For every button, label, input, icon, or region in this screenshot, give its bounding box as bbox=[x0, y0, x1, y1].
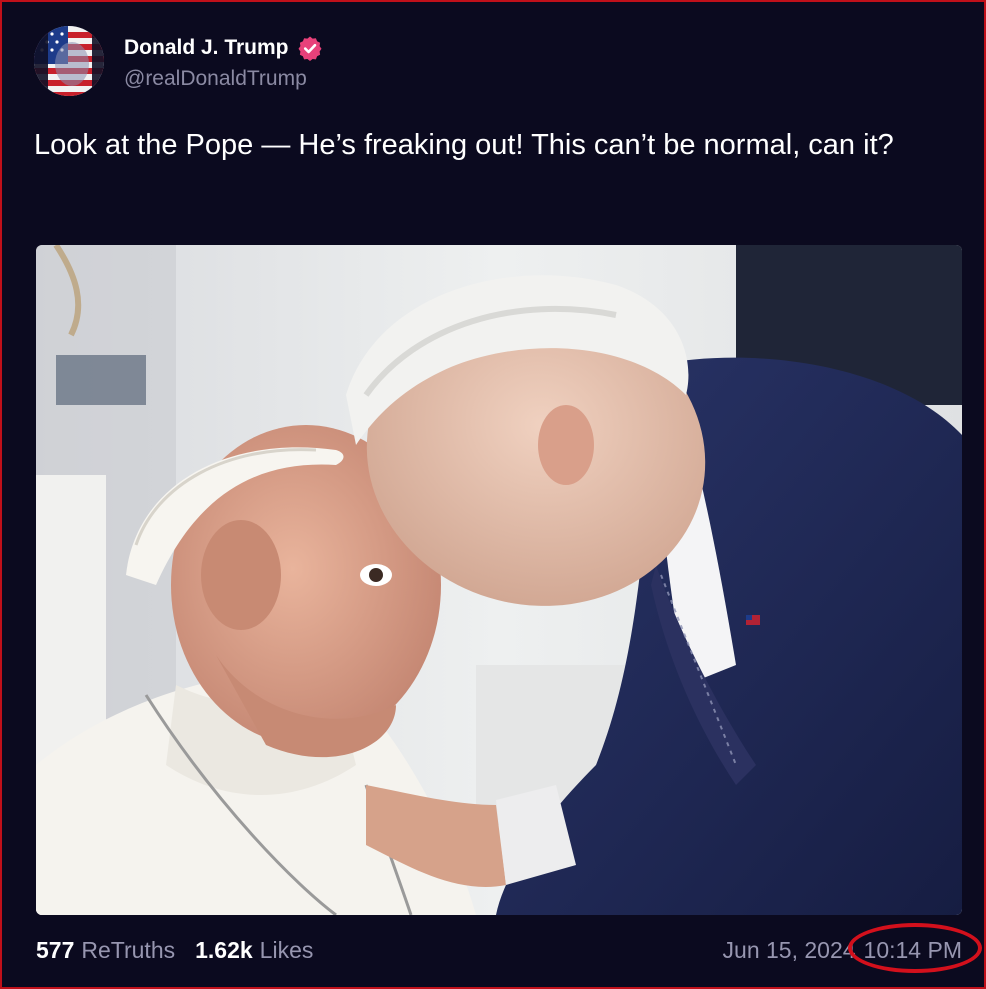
avatar[interactable] bbox=[34, 26, 104, 96]
author-identity: Donald J. Trump @realDonaldTrump bbox=[124, 31, 323, 91]
likes-stat[interactable]: 1.62k Likes bbox=[195, 937, 313, 964]
engagement-stats: 577 ReTruths 1.62k Likes bbox=[36, 937, 313, 964]
timestamp-date-text: Jun 15, 2024 bbox=[722, 937, 856, 963]
retruths-label: ReTruths bbox=[81, 937, 176, 963]
likes-label: Likes bbox=[259, 937, 314, 963]
likes-count: 1.62k bbox=[195, 937, 253, 963]
post-timestamp[interactable]: Jun 15, 2024 10:14 PM bbox=[723, 923, 982, 973]
author-display-name[interactable]: Donald J. Trump bbox=[124, 36, 289, 60]
timestamp-date: Jun 15, 2024 bbox=[723, 937, 856, 964]
retruths-count: 577 bbox=[36, 937, 75, 963]
name-row: Donald J. Trump bbox=[124, 31, 323, 65]
author-handle[interactable]: @realDonaldTrump bbox=[124, 67, 323, 91]
post-text: Look at the Pope — He’s freaking out! Th… bbox=[34, 129, 894, 161]
post-card: Donald J. Trump @realDonaldTrump Look at… bbox=[0, 0, 986, 989]
timestamp-time-text: 10:14 PM bbox=[863, 937, 962, 963]
post-header: Donald J. Trump @realDonaldTrump bbox=[34, 26, 323, 96]
retruths-stat[interactable]: 577 ReTruths bbox=[36, 937, 175, 964]
timestamp-time: 10:14 PM bbox=[847, 923, 982, 973]
post-photo[interactable] bbox=[36, 245, 962, 915]
verified-badge-icon bbox=[297, 35, 323, 61]
